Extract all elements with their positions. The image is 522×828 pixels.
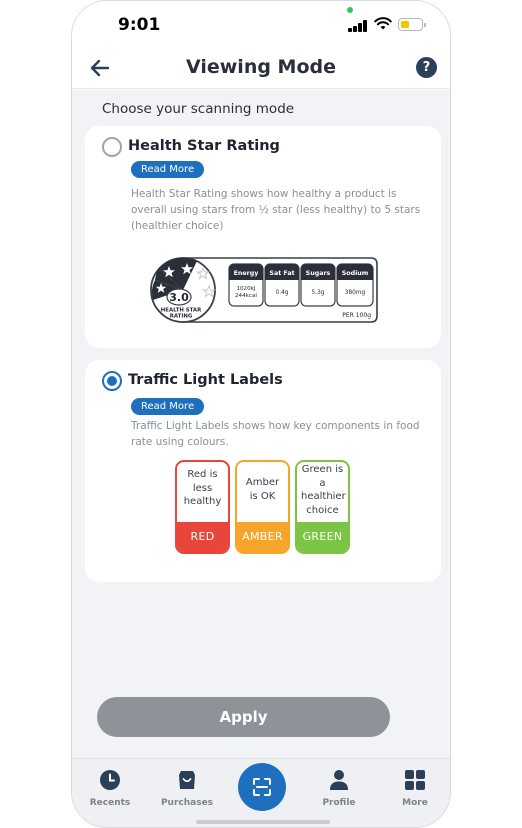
- nutrient-box-sugars: Sugars 5.3g: [300, 263, 336, 307]
- traffic-light-labels-graphic: Red is less healthy RED Amber is OK AMBE…: [175, 460, 350, 554]
- cellular-signal-icon: [348, 19, 368, 32]
- option-title-health-star-rating[interactable]: Health Star Rating: [128, 138, 280, 154]
- nutrient-value: 0.4g: [276, 290, 289, 296]
- nutrient-name: Sugars: [306, 270, 331, 277]
- option-card-health-star-rating[interactable]: Health Star Rating Read More Health Star…: [85, 126, 441, 348]
- health-star-rating-graphic: 3.0 HEALTH STAR RATING Energy 1020kJ 244…: [150, 257, 378, 323]
- home-indicator: [196, 820, 330, 824]
- radio-health-star-rating[interactable]: [102, 137, 122, 157]
- nutrient-value: 380mg: [345, 290, 366, 296]
- nutrient-value: 5.3g: [312, 290, 325, 296]
- nav-item-purchases[interactable]: Purchases: [155, 769, 219, 808]
- radio-traffic-light-labels[interactable]: [102, 371, 122, 391]
- wifi-icon: [374, 17, 392, 30]
- description-health-star-rating: Health Star Rating shows how healthy a p…: [131, 188, 421, 232]
- rating-value: 3.0: [169, 291, 189, 304]
- nav-item-more[interactable]: More: [383, 769, 447, 808]
- nutrient-box-sodium: Sodium 380mg: [336, 263, 374, 307]
- help-icon[interactable]: ?: [416, 57, 437, 78]
- traffic-light-red: Red is less healthy RED: [175, 460, 230, 554]
- status-time: 9:01: [118, 15, 161, 35]
- content-area: Choose your scanning mode Health Star Ra…: [72, 90, 450, 758]
- traffic-light-red-band: RED: [177, 522, 228, 552]
- scan-icon: [253, 778, 271, 796]
- option-title-traffic-light-labels[interactable]: Traffic Light Labels: [128, 372, 283, 388]
- apply-button[interactable]: Apply: [97, 697, 390, 737]
- traffic-light-green: Green is a healthier choice GREEN: [295, 460, 350, 554]
- traffic-light-amber-text: Amber is OK: [245, 477, 280, 502]
- scan-button[interactable]: [238, 763, 286, 811]
- shopping-bag-icon: [179, 771, 195, 789]
- traffic-light-green-band: GREEN: [297, 522, 348, 552]
- per-100g-label: PER 100g: [342, 312, 371, 319]
- phone-frame: 9:01 Viewing Mode ? Choose your scanning…: [71, 0, 451, 828]
- battery-icon: [398, 18, 426, 31]
- read-more-button-traffic-light-labels[interactable]: Read More: [131, 398, 205, 415]
- rating-caption-line2: RATING: [170, 314, 193, 320]
- nav-label-more: More: [402, 798, 428, 808]
- nutrient-value-secondary: 244kcal: [235, 293, 257, 299]
- nav-label-profile: Profile: [322, 798, 356, 808]
- clock-icon: [100, 770, 120, 790]
- app-header: Viewing Mode ?: [72, 49, 450, 89]
- grid-icon: [405, 770, 425, 790]
- page-title: Viewing Mode: [185, 56, 337, 78]
- nav-item-recents[interactable]: Recents: [78, 769, 142, 808]
- nav-label-recents: Recents: [89, 798, 131, 808]
- traffic-light-green-text: Green is a healthier choice: [301, 464, 346, 516]
- description-traffic-light-labels: Traffic Light Labels shows how key compo…: [131, 420, 420, 448]
- person-icon: [330, 770, 348, 790]
- nutrient-value: 1020kJ: [236, 286, 255, 292]
- read-more-button-health-star-rating[interactable]: Read More: [131, 161, 205, 178]
- nav-item-profile[interactable]: Profile: [307, 769, 371, 808]
- section-heading: Choose your scanning mode: [102, 101, 295, 117]
- nutrient-name: Sodium: [342, 270, 369, 277]
- nutrient-name: Sat Fat: [269, 270, 294, 277]
- traffic-light-red-text: Red is less healthy: [183, 469, 222, 507]
- bottom-navigation: Recents Purchases Profile More: [72, 758, 450, 827]
- nav-label-purchases: Purchases: [160, 798, 214, 808]
- nutrient-box-sat-fat: Sat Fat 0.4g: [264, 263, 300, 307]
- traffic-light-amber-band: AMBER: [237, 522, 288, 552]
- nutrient-box-energy: Energy 1020kJ 244kcal: [228, 263, 264, 307]
- status-bar: 9:01: [72, 1, 450, 49]
- traffic-light-amber: Amber is OK AMBER: [235, 460, 290, 554]
- camera-indicator-dot: [347, 7, 353, 13]
- option-card-traffic-light-labels[interactable]: Traffic Light Labels Read More Traffic L…: [85, 360, 441, 582]
- nutrient-name: Energy: [234, 270, 259, 277]
